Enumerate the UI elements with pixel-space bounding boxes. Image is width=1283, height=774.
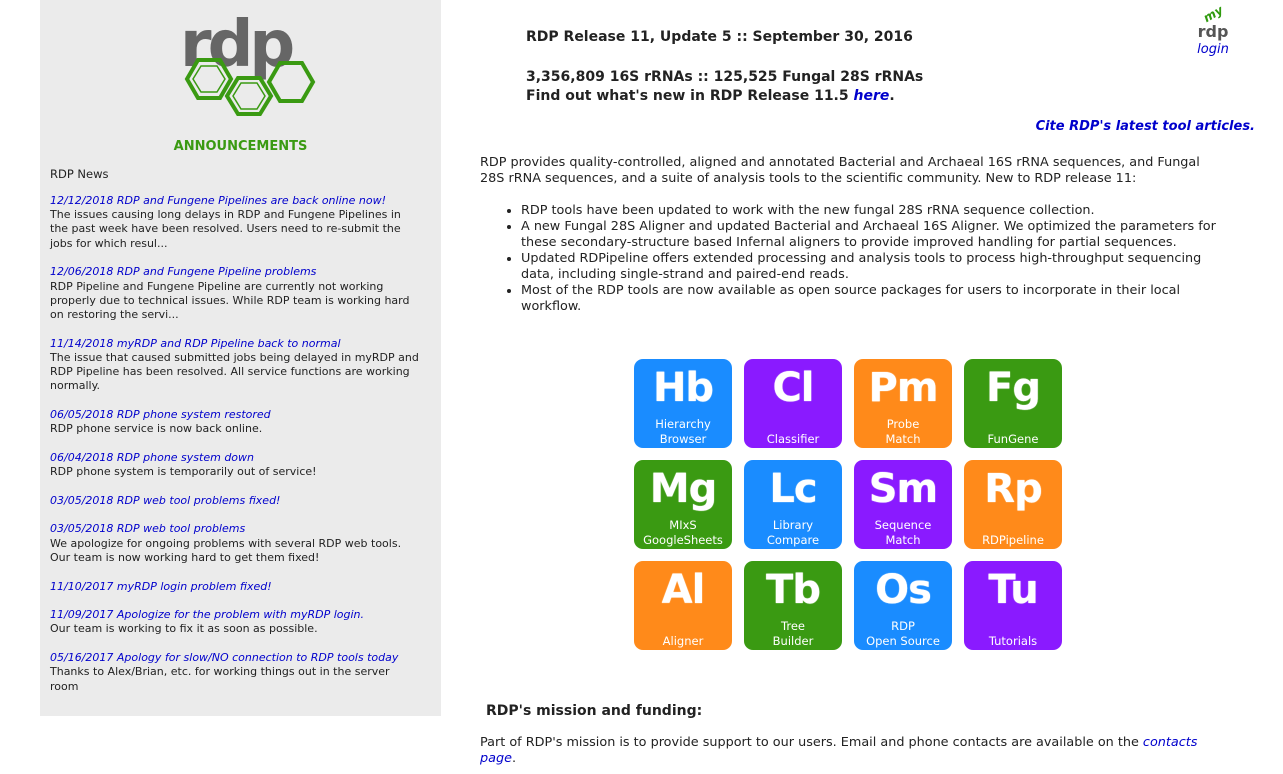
cite-link[interactable]: Cite RDP's latest tool articles. [1036,119,1255,134]
news-body: Thanks to Alex/Brian, etc. for working t… [50,665,390,693]
tile-icon: Pm [868,365,939,411]
news-item: 06/04/2018 RDP phone system down RDP phon… [50,451,420,479]
tile-icon: Fg [986,365,1041,411]
myrdp-widget[interactable]: myrdp login [1188,3,1238,59]
news-body: Our team is working to fix it as soon as… [50,622,318,636]
news-item: 03/05/2018 RDP web tool problems We apolo… [50,522,420,565]
myrdp-logo[interactable]: myrdp [1188,3,1238,41]
rdp-logo[interactable]: rdp [168,8,318,118]
news-link[interactable]: 05/16/2017 Apology for slow/NO connectio… [50,651,420,665]
news-body: We apologize for ongoing problems with s… [50,536,402,564]
news-item: 11/10/2017 myRDP login problem fixed! [50,580,420,594]
tile-label: Aligner [662,634,704,648]
tile-label: RDP Open Source [866,619,940,648]
news-link[interactable]: 03/05/2018 RDP web tool problems fixed! [50,494,420,508]
release-bullets: RDP tools have been updated to work with… [500,203,1221,315]
tile-icon: Lc [769,466,817,512]
news-link[interactable]: 11/14/2018 myRDP and RDP Pipeline back t… [50,337,420,351]
tile-icon: Tu [988,567,1038,613]
news-body: The issue that caused submitted jobs bei… [50,350,419,393]
bullet-item: A new Fungal 28S Aligner and updated Bac… [521,219,1221,251]
counts-text: 3,356,809 16S rRNAs :: 125,525 Fungal 28… [526,69,924,85]
news-heading: RDP News [50,167,109,181]
news-item: 11/14/2018 myRDP and RDP Pipeline back t… [50,337,420,394]
news-link[interactable]: 03/05/2018 RDP web tool problems [50,522,420,536]
tile-icon: Tb [766,567,821,613]
bullet-item: Updated RDPipeline offers extended proce… [521,251,1221,283]
intro-text: RDP provides quality-controlled, aligned… [480,155,1200,186]
tile-label: RDPipeline [982,533,1044,547]
whats-new-text: Find out what's new in RDP Release 11.5 [526,88,854,104]
myrdp-rdp-text: rdp [1197,22,1229,41]
news-link[interactable]: 11/10/2017 myRDP login problem fixed! [50,580,420,594]
tile-icon: Rp [984,466,1042,512]
tool-tile[interactable]: Hb Hierarchy Browser [634,359,732,448]
tool-tile[interactable]: Pm Probe Match [854,359,952,448]
mission-heading: RDP's mission and funding: [486,703,703,719]
news-item: 05/16/2017 Apology for slow/NO connectio… [50,651,420,694]
tool-tile[interactable]: Mg MIxS GoogleSheets [634,460,732,549]
tile-label: Tutorials [988,634,1038,648]
news-link[interactable]: 12/12/2018 RDP and Fungene Pipelines are… [50,194,420,208]
login-link[interactable]: login [1188,42,1238,57]
tool-tile[interactable]: Sm Sequence Match [854,460,952,549]
tool-tile[interactable]: Al Aligner [634,561,732,650]
tile-icon: Hb [652,365,714,411]
tile-icon: Cl [772,365,814,411]
news-item: 06/05/2018 RDP phone system restored RDP … [50,408,420,436]
news-body: RDP Pipeline and Fungene Pipeline are cu… [50,279,410,321]
whats-new-suffix: . [889,88,895,104]
news-item: 03/05/2018 RDP web tool problems fixed! [50,494,420,508]
bullet-item: RDP tools have been updated to work with… [521,203,1221,219]
bullet-item: Most of the RDP tools are now available … [521,283,1221,315]
mission-text: Part of RDP's mission is to provide supp… [480,735,1210,767]
news-link[interactable]: 11/09/2017 Apologize for the problem wit… [50,608,420,622]
tile-label: Hierarchy Browser [655,417,711,446]
tile-icon: Mg [649,466,717,512]
news-list: 12/12/2018 RDP and Fungene Pipelines are… [50,194,420,708]
tool-tile[interactable]: Os RDP Open Source [854,561,952,650]
tile-icon: Al [661,567,706,613]
tool-tile[interactable]: Tb Tree Builder [744,561,842,650]
tool-tile[interactable]: Fg FunGene [964,359,1062,448]
tile-icon: Sm [868,466,939,512]
news-link[interactable]: 06/05/2018 RDP phone system restored [50,408,420,422]
news-body: RDP phone service is now back online. [50,422,263,436]
tool-tile[interactable]: Lc Library Compare [744,460,842,549]
tile-label: Probe Match [885,417,921,446]
mission-body: Part of RDP's mission is to provide supp… [480,735,1143,750]
tool-tile[interactable]: Cl Classifier [744,359,842,448]
whats-new-link[interactable]: here [854,88,890,104]
news-body: RDP phone system is temporarily out of s… [50,465,317,479]
news-item: 12/06/2018 RDP and Fungene Pipeline prob… [50,265,420,322]
tool-tile[interactable]: Rp RDPipeline [964,460,1062,549]
tile-label: MIxS GoogleSheets [643,518,723,547]
news-item: 11/09/2017 Apologize for the problem wit… [50,608,420,636]
sequence-counts: 3,356,809 16S rRNAs :: 125,525 Fungal 28… [526,68,923,106]
tile-label: Sequence Match [874,518,932,547]
tile-label: Library Compare [766,518,820,547]
news-item: 12/12/2018 RDP and Fungene Pipelines are… [50,194,420,251]
tool-tile[interactable]: Tu Tutorials [964,561,1062,650]
news-body: The issues causing long delays in RDP an… [50,208,401,250]
mission-suffix: . [511,751,517,766]
tile-icon: Os [875,567,932,613]
sidebar: rdp ANNOUNCEMENTS RDP News 12/12/2018 RD… [40,0,441,716]
tile-label: Classifier [766,432,820,446]
main-content: RDP Release 11, Update 5 :: September 30… [480,0,1260,774]
tile-label: FunGene [987,432,1039,446]
release-title: RDP Release 11, Update 5 :: September 30… [526,29,913,45]
news-link[interactable]: 12/06/2018 RDP and Fungene Pipeline prob… [50,265,420,279]
tile-label: Tree Builder [772,619,814,648]
news-link[interactable]: 06/04/2018 RDP phone system down [50,451,420,465]
announcements-title: ANNOUNCEMENTS [173,139,308,154]
